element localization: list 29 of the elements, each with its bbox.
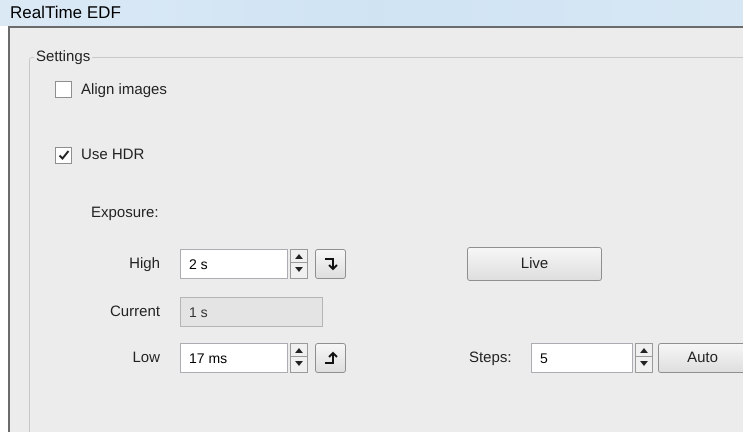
spin-field[interactable]: 5 [531, 343, 633, 373]
checkbox-label: Use HDR [81, 145, 144, 165]
steps-label: Steps: [469, 348, 513, 368]
field-label: High [128, 254, 161, 274]
field-label: Low [131, 348, 161, 368]
checkbox[interactable] [55, 146, 72, 164]
auto-button[interactable]: Auto [658, 343, 743, 373]
field-label: Current [108, 302, 161, 322]
spin-buttons[interactable] [290, 343, 308, 373]
checkbox-label: Align images [81, 80, 167, 100]
turn-up-arrow-icon [324, 351, 338, 365]
up-arrow-icon [295, 348, 303, 353]
spin-buttons[interactable] [635, 343, 653, 373]
spin-field[interactable]: 2 s [180, 249, 288, 279]
turn-down-arrow-icon [324, 257, 338, 271]
spin-buttons[interactable] [290, 249, 308, 279]
check-icon [58, 149, 70, 162]
down-arrow-icon [295, 361, 303, 366]
spin-field[interactable]: 17 ms [180, 343, 288, 373]
checkbox[interactable] [55, 81, 72, 98]
set-low-button[interactable] [315, 343, 346, 373]
set-high-button[interactable] [315, 249, 346, 279]
window-title: RealTime EDF [10, 2, 121, 24]
up-arrow-icon [640, 348, 648, 353]
down-arrow-icon [640, 361, 648, 366]
live-button[interactable]: Live [467, 247, 602, 281]
down-arrow-icon [295, 267, 303, 272]
exposure-label: Exposure: [91, 202, 160, 222]
up-arrow-icon [295, 254, 303, 259]
